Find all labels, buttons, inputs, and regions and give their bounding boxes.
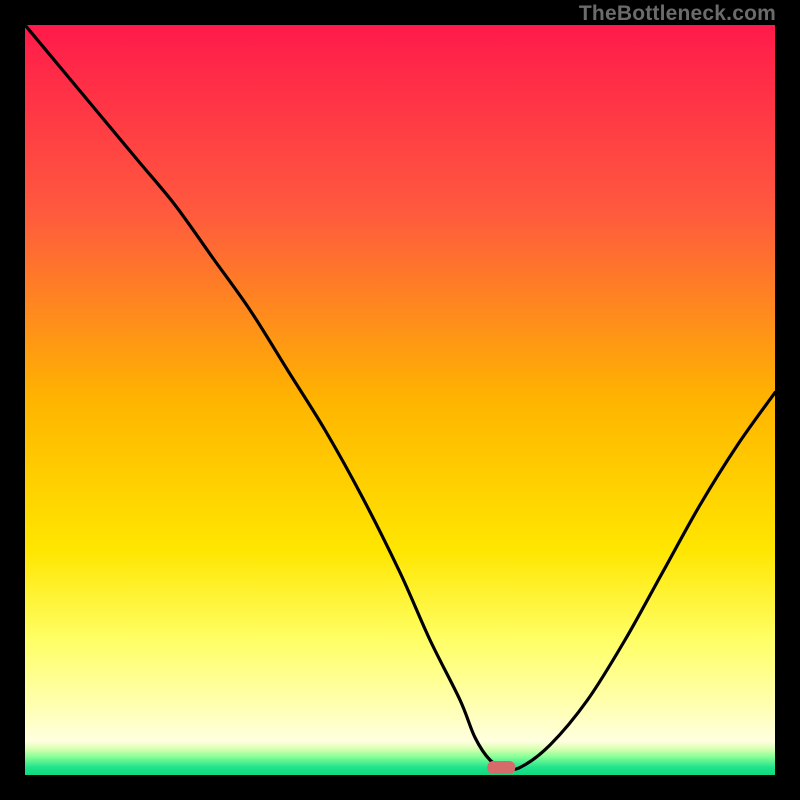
- chart-svg: [25, 25, 775, 775]
- watermark-label: TheBottleneck.com: [579, 2, 776, 26]
- gradient-background: [25, 25, 775, 775]
- chart-frame: TheBottleneck.com: [0, 0, 800, 800]
- chart-plot-area: [25, 25, 775, 775]
- optimum-marker: [487, 761, 515, 774]
